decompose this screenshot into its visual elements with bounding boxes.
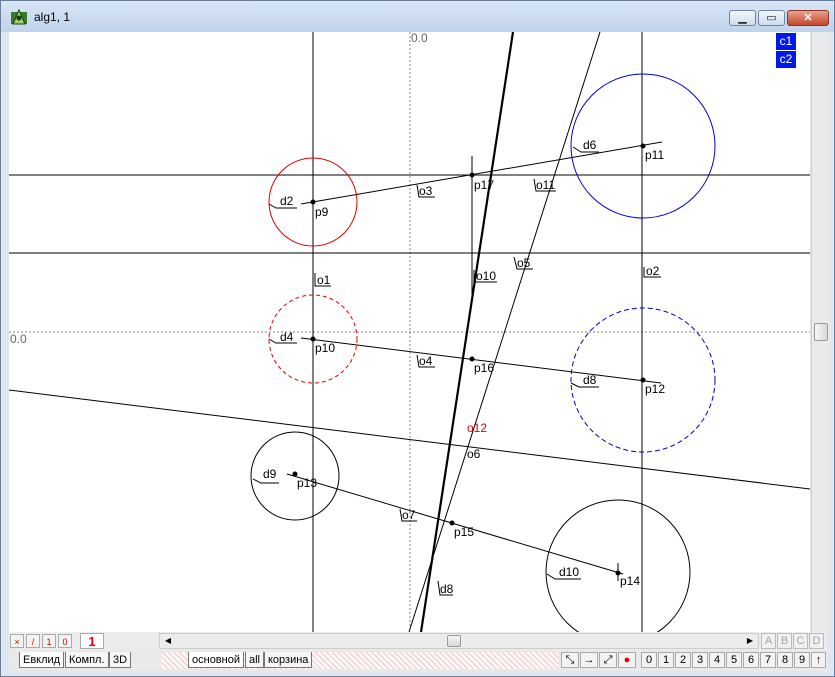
abc-button-b[interactable]: B <box>777 633 792 649</box>
label-o10: o10 <box>476 269 496 283</box>
label-o1: o1 <box>317 273 331 287</box>
drawing-canvas[interactable]: 0.0 0.0 p9 p10 p11 p12 p13 p14 p15 p16 p… <box>9 32 810 632</box>
app-icon <box>11 8 27 25</box>
tab-euclid[interactable]: Евклид <box>19 652 65 668</box>
mode-one-button[interactable]: 1 <box>42 634 56 648</box>
label-p11: p11 <box>645 148 664 162</box>
label-o7: o7 <box>402 508 416 522</box>
mode-zero-button[interactable]: 0 <box>58 634 72 648</box>
abc-button-d[interactable]: D <box>809 633 824 649</box>
close-button[interactable]: ✕ <box>787 10 829 26</box>
digit-3-button[interactable]: 3 <box>692 652 708 668</box>
tab-3d[interactable]: 3D <box>109 652 132 668</box>
abc-button-c[interactable]: C <box>793 633 808 649</box>
digit-4-button[interactable]: 4 <box>709 652 725 668</box>
vertical-scrollbar[interactable] <box>811 32 829 632</box>
digit-8-button[interactable]: 8 <box>777 652 793 668</box>
point-p9[interactable] <box>310 199 316 205</box>
title-bar[interactable]: alg1, 1 ▁ ▭ ✕ <box>1 1 834 32</box>
abc-button-a[interactable]: A <box>761 633 776 649</box>
label-d9: d9 <box>263 467 277 481</box>
label-d2: d2 <box>280 194 294 208</box>
digit-9-button[interactable]: 9 <box>794 652 810 668</box>
digit-0-button[interactable]: 0 <box>641 652 657 668</box>
tab-complex[interactable]: Компл. <box>65 652 109 668</box>
record-icon[interactable]: ● <box>618 652 636 668</box>
app-window: alg1, 1 ▁ ▭ ✕ 0.0 0.0 p9 p10 p11 p12 p13… <box>0 0 835 677</box>
label-o5: o5 <box>517 256 531 270</box>
arrow-tool-icon[interactable]: → <box>580 652 598 668</box>
label-p10: p10 <box>315 341 335 355</box>
label-p17: p17 <box>474 178 494 192</box>
segment-tool-icon[interactable]: ⤡ <box>561 652 579 668</box>
digit-1-button[interactable]: 1 <box>658 652 674 668</box>
minimize-button[interactable]: ▁ <box>729 10 756 26</box>
label-o3: o3 <box>419 184 433 198</box>
point-p17[interactable] <box>469 172 475 178</box>
label-p14: p14 <box>620 574 640 588</box>
tab-main[interactable]: основной <box>188 652 244 668</box>
label-d8-lower: d8 <box>440 582 454 596</box>
digit-6-button[interactable]: 6 <box>743 652 759 668</box>
counter-display: 1 <box>80 633 104 649</box>
label-d4: d4 <box>280 330 294 344</box>
label-o4: o4 <box>419 354 433 368</box>
label-p9: p9 <box>315 205 329 219</box>
y-origin-label: 0.0 <box>10 332 27 346</box>
digit-5-button[interactable]: 5 <box>726 652 742 668</box>
label-p16: p16 <box>474 361 494 375</box>
scroll-left-arrow-icon[interactable]: ◀ <box>161 635 175 647</box>
label-p15: p15 <box>454 525 474 539</box>
tab-trash[interactable]: корзина <box>264 652 313 668</box>
digit-2-button[interactable]: 2 <box>675 652 691 668</box>
horizontal-scroll-thumb[interactable] <box>447 635 461 647</box>
geometry-drawing[interactable]: 0.0 0.0 p9 p10 p11 p12 p13 p14 p15 p16 p… <box>9 32 810 632</box>
vector-tool-icon[interactable]: ⤢ <box>599 652 617 668</box>
x-origin-label: 0.0 <box>411 32 428 45</box>
label-d8: d8 <box>583 373 597 387</box>
window-title: alg1, 1 <box>34 10 71 24</box>
layer-c2[interactable]: c2 <box>776 51 796 68</box>
digit-7-button[interactable]: 7 <box>760 652 776 668</box>
tab-all[interactable]: all <box>245 652 265 668</box>
maximize-button[interactable]: ▭ <box>758 10 785 26</box>
layer-c1[interactable]: c1 <box>776 33 796 50</box>
label-p13: p13 <box>297 476 317 490</box>
label-o6: o6 <box>467 447 481 461</box>
label-o2: o2 <box>646 264 660 278</box>
vertical-scroll-thumb[interactable] <box>814 323 828 341</box>
label-d10: d10 <box>559 565 579 579</box>
label-p12: p12 <box>645 382 665 396</box>
mode-line-button[interactable]: / <box>26 634 40 648</box>
mode-delete-button[interactable]: × <box>10 634 24 648</box>
label-o11: o11 <box>536 178 555 192</box>
up-arrow-icon[interactable]: ↑ <box>811 652 826 668</box>
label-d6: d6 <box>583 138 597 152</box>
horizontal-scrollbar[interactable]: ◀ ▶ <box>159 633 759 649</box>
scroll-right-arrow-icon[interactable]: ▶ <box>743 635 757 647</box>
segment-o3[interactable] <box>300 141 663 205</box>
label-o12: o12 <box>467 421 487 435</box>
